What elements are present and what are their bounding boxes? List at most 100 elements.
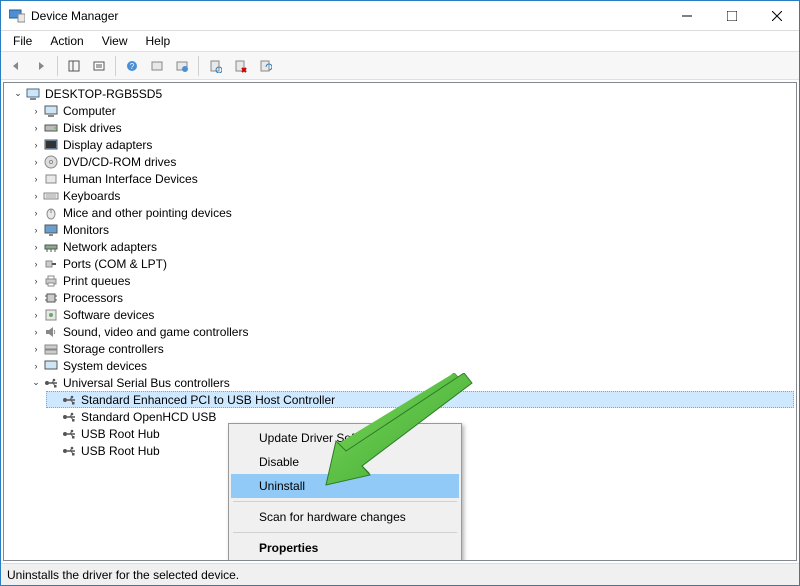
tree-label: Keyboards — [63, 189, 120, 203]
tree-label: Processors — [63, 291, 123, 305]
monitor-icon — [43, 222, 59, 238]
mouse-icon — [43, 205, 59, 221]
tree-label: Standard Enhanced PCI to USB Host Contro… — [81, 393, 335, 407]
tree-label: USB Root Hub — [81, 444, 160, 458]
tree-label: Print queues — [63, 274, 130, 288]
storage-icon — [43, 341, 59, 357]
computer-icon — [43, 103, 59, 119]
tree-device-usb-enhanced-pci[interactable]: ›Standard Enhanced PCI to USB Host Contr… — [46, 391, 794, 408]
display-icon — [43, 137, 59, 153]
device-tree-panel: ⌄ DESKTOP-RGB5SD5 › Computer ›Disk drives… — [3, 82, 797, 561]
device-tree[interactable]: ⌄ DESKTOP-RGB5SD5 › Computer ›Disk drives… — [6, 85, 794, 459]
tree-category-keyboards[interactable]: › Keyboards — [28, 187, 794, 204]
toolbar-icon-1[interactable] — [146, 55, 168, 77]
context-menu: Update Driver Software... Disable Uninst… — [228, 423, 462, 561]
help-button[interactable]: ? — [121, 55, 143, 77]
chevron-right-icon[interactable]: › — [30, 156, 42, 168]
menu-separator — [233, 532, 457, 533]
tree-category-mice[interactable]: ›Mice and other pointing devices — [28, 204, 794, 221]
context-menu-disable[interactable]: Disable — [231, 450, 459, 474]
tree-category-usb[interactable]: ⌄ Universal Serial Bus controllers — [28, 374, 794, 391]
chevron-right-icon[interactable]: › — [30, 224, 42, 236]
chevron-right-icon[interactable]: › — [30, 258, 42, 270]
chevron-right-icon[interactable]: › — [30, 326, 42, 338]
app-icon — [9, 8, 25, 24]
computer-icon — [25, 86, 41, 102]
tree-category-software[interactable]: ›Software devices — [28, 306, 794, 323]
tree-label: Display adapters — [63, 138, 152, 152]
tree-label: Universal Serial Bus controllers — [63, 376, 230, 390]
back-button[interactable] — [5, 55, 27, 77]
context-menu-uninstall[interactable]: Uninstall — [231, 474, 459, 498]
system-icon — [43, 358, 59, 374]
chevron-right-icon[interactable]: › — [30, 122, 42, 134]
tree-category-hid[interactable]: › Human Interface Devices — [28, 170, 794, 187]
maximize-button[interactable] — [709, 1, 754, 30]
tree-label: DVD/CD-ROM drives — [63, 155, 176, 169]
update-driver-button[interactable] — [254, 55, 276, 77]
network-icon — [43, 239, 59, 255]
menu-view[interactable]: View — [94, 32, 136, 50]
usb-icon — [61, 392, 77, 408]
menu-action[interactable]: Action — [42, 32, 91, 50]
chevron-right-icon[interactable]: › — [30, 105, 42, 117]
chevron-right-icon[interactable]: › — [30, 207, 42, 219]
tree-category-computer[interactable]: › Computer — [28, 102, 794, 119]
tree-root[interactable]: ⌄ DESKTOP-RGB5SD5 — [10, 85, 794, 102]
tree-root-label: DESKTOP-RGB5SD5 — [45, 87, 162, 101]
tree-label: System devices — [63, 359, 147, 373]
properties-button[interactable] — [88, 55, 110, 77]
toolbar: ? — [1, 52, 799, 80]
context-menu-update-driver[interactable]: Update Driver Software... — [231, 426, 459, 450]
tree-category-print[interactable]: › Print queues — [28, 272, 794, 289]
dvd-icon — [43, 154, 59, 170]
device-manager-window: Device Manager File Action View Help ? — [0, 0, 800, 586]
keyboard-icon — [43, 188, 59, 204]
tree-category-storage[interactable]: › Storage controllers — [28, 340, 794, 357]
show-hide-tree-button[interactable] — [63, 55, 85, 77]
tree-category-disk[interactable]: ›Disk drives — [28, 119, 794, 136]
port-icon — [43, 256, 59, 272]
forward-button[interactable] — [30, 55, 52, 77]
chevron-down-icon[interactable]: ⌄ — [30, 377, 42, 389]
context-menu-scan[interactable]: Scan for hardware changes — [231, 505, 459, 529]
chevron-right-icon[interactable]: › — [30, 275, 42, 287]
menu-file[interactable]: File — [5, 32, 40, 50]
tree-label: Storage controllers — [63, 342, 164, 356]
chevron-right-icon[interactable]: › — [30, 360, 42, 372]
usb-icon — [61, 426, 77, 442]
tree-category-display[interactable]: › Display adapters — [28, 136, 794, 153]
tree-category-processors[interactable]: › Processors — [28, 289, 794, 306]
chevron-right-icon[interactable]: › — [30, 309, 42, 321]
printer-icon — [43, 273, 59, 289]
uninstall-button[interactable] — [229, 55, 251, 77]
tree-label: Ports (COM & LPT) — [63, 257, 167, 271]
chevron-down-icon[interactable]: ⌄ — [12, 88, 24, 100]
tree-category-system[interactable]: › System devices — [28, 357, 794, 374]
tree-label: Standard OpenHCD USB — [81, 410, 216, 424]
menu-separator — [233, 501, 457, 502]
usb-icon — [61, 443, 77, 459]
chevron-right-icon[interactable]: › — [30, 190, 42, 202]
minimize-button[interactable] — [664, 1, 709, 30]
tree-category-ports[interactable]: › Ports (COM & LPT) — [28, 255, 794, 272]
statusbar: Uninstalls the driver for the selected d… — [1, 563, 799, 585]
tree-category-network[interactable]: › Network adapters — [28, 238, 794, 255]
scan-hardware-button[interactable] — [204, 55, 226, 77]
chevron-right-icon[interactable]: › — [30, 173, 42, 185]
chevron-right-icon[interactable]: › — [30, 343, 42, 355]
tree-label: USB Root Hub — [81, 427, 160, 441]
chevron-right-icon[interactable]: › — [30, 292, 42, 304]
tree-category-monitors[interactable]: ›Monitors — [28, 221, 794, 238]
toolbar-icon-2[interactable] — [171, 55, 193, 77]
context-menu-properties[interactable]: Properties — [231, 536, 459, 560]
tree-label: Computer — [63, 104, 116, 118]
tree-label: Human Interface Devices — [63, 172, 198, 186]
chevron-right-icon[interactable]: › — [30, 139, 42, 151]
tree-category-sound[interactable]: ›Sound, video and game controllers — [28, 323, 794, 340]
close-button[interactable] — [754, 1, 799, 30]
menu-help[interactable]: Help — [138, 32, 179, 50]
chevron-right-icon[interactable]: › — [30, 241, 42, 253]
tree-category-dvd[interactable]: › DVD/CD-ROM drives — [28, 153, 794, 170]
tree-label: Network adapters — [63, 240, 157, 254]
